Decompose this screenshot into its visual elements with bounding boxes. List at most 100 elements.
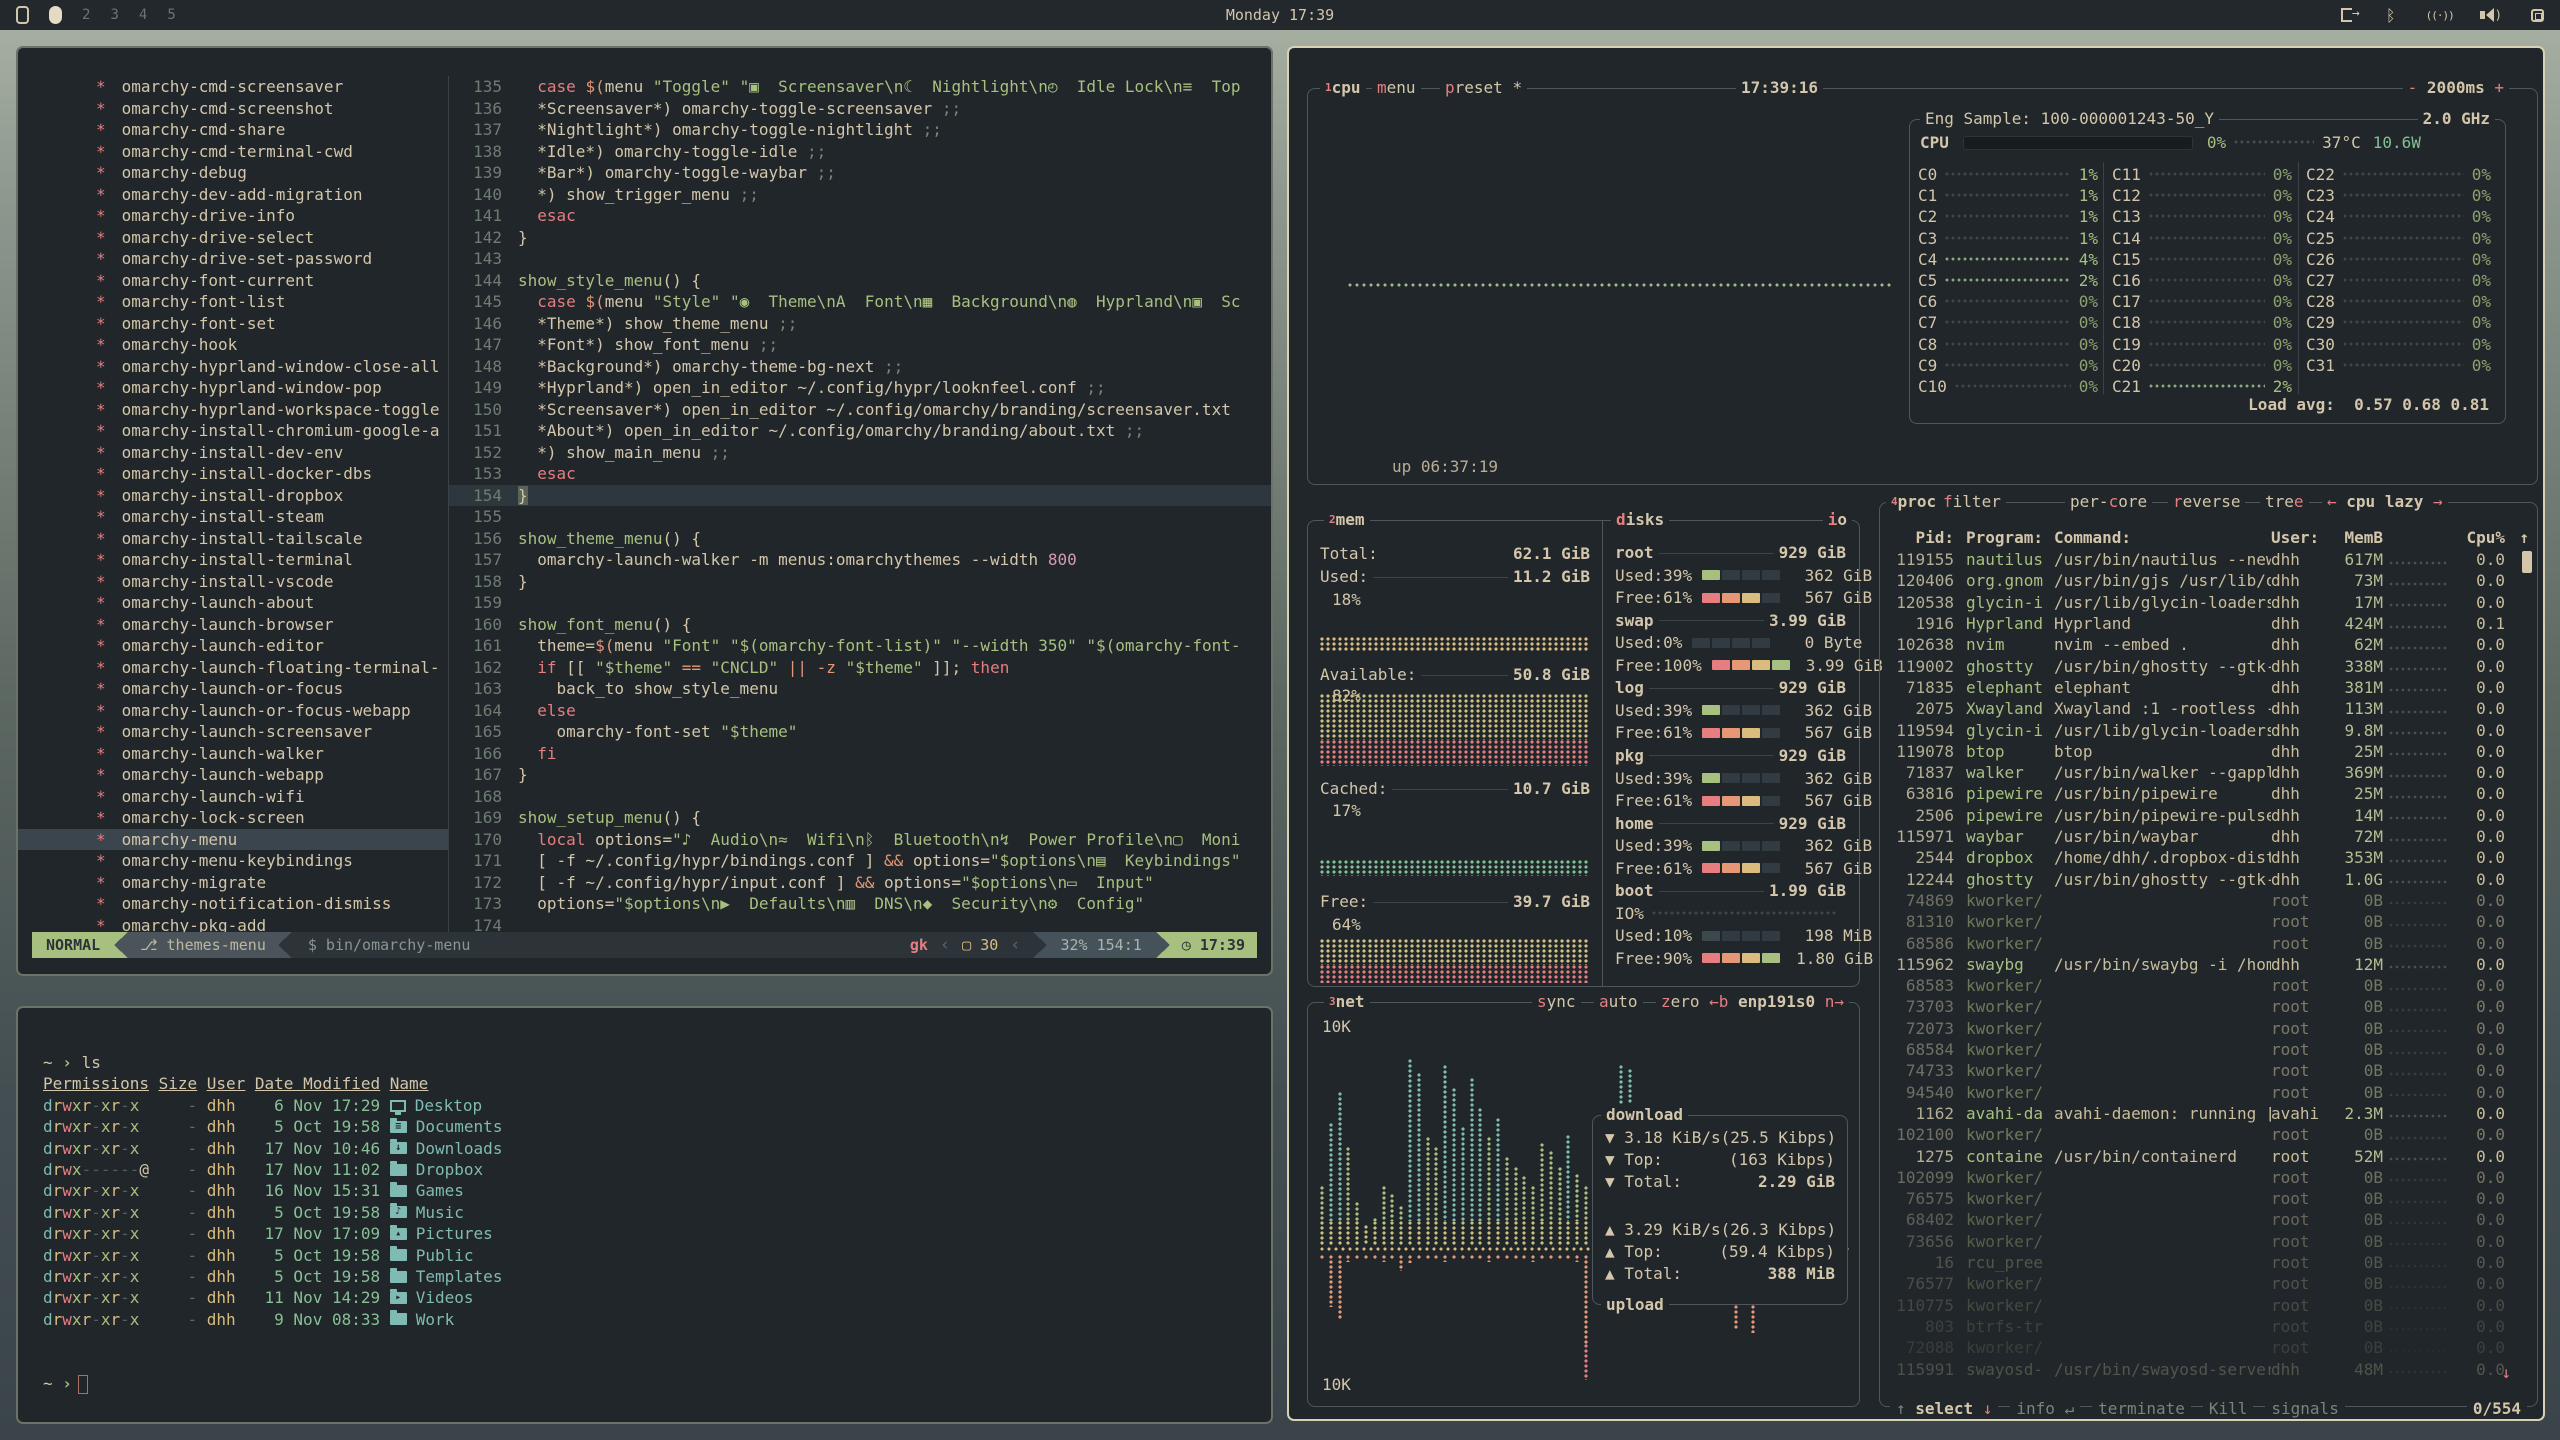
code-line[interactable]: show_font_menu() { — [518, 614, 1271, 636]
code-line[interactable]: theme=$(menu "Font" "$(omarchy-font-list… — [518, 635, 1271, 657]
process-row[interactable]: 1275containe/usr/bin/containerdroot52M0.… — [1890, 1145, 2529, 1166]
process-row[interactable]: 74869kworker/root0B0.0 — [1890, 890, 2529, 911]
code-line[interactable]: } — [518, 227, 1271, 249]
file-list-item[interactable]: *omarchy-drive-info — [18, 205, 448, 227]
file-list-item[interactable]: *omarchy-launch-webapp — [18, 764, 448, 786]
file-list-item[interactable]: *omarchy-install-tailscale — [18, 528, 448, 550]
code-line[interactable]: *Font*) show_font_menu ;; — [518, 334, 1271, 356]
net-zero-button[interactable]: zero — [1656, 991, 1705, 1013]
signals-button[interactable]: signals — [2265, 1399, 2344, 1418]
process-row[interactable]: 115962swaybg/usr/bin/swaybg -i /homdhh12… — [1890, 954, 2529, 975]
file-list-item[interactable]: *omarchy-hyprland-window-pop — [18, 377, 448, 399]
code-line[interactable]: local options="♪ Audio\n≈ Wifi\nᛒ Blueto… — [518, 829, 1271, 851]
process-row[interactable]: 1162avahi-daavahi-daemon: running [avahi… — [1890, 1103, 2529, 1124]
scroll-down-icon[interactable]: ↓ — [2501, 1363, 2511, 1382]
code-line[interactable]: case $(menu "Toggle" "▣ Screensaver\n☾ N… — [518, 76, 1271, 98]
file-list-item[interactable]: *omarchy-launch-walker — [18, 743, 448, 765]
process-row[interactable]: 120406org.gnom/usr/bin/gjs /usr/lib/odhh… — [1890, 570, 2529, 591]
process-row[interactable]: 2506pipewire/usr/bin/pipewire-pulsedhh14… — [1890, 805, 2529, 826]
file-list-item[interactable]: *omarchy-drive-select — [18, 227, 448, 249]
code-line[interactable]: esac — [518, 463, 1271, 485]
process-row[interactable]: 72088kworker/root0B0.0 — [1890, 1337, 2529, 1358]
file-list-item[interactable]: *omarchy-install-dev-env — [18, 442, 448, 464]
process-row[interactable]: 68583kworker/root0B0.0 — [1890, 975, 2529, 996]
file-list-item[interactable]: *omarchy-launch-or-focus-webapp — [18, 700, 448, 722]
file-list-item[interactable]: *omarchy-install-chromium-google-a — [18, 420, 448, 442]
menu-button[interactable]: menu — [1372, 77, 1421, 99]
code-line[interactable]: *Screensaver*) open_in_editor ~/.config/… — [518, 399, 1271, 421]
code-line[interactable]: *Hyprland*) open_in_editor ~/.config/hyp… — [518, 377, 1271, 399]
process-row[interactable]: 81310kworker/root0B0.0 — [1890, 911, 2529, 932]
file-list-item[interactable]: *omarchy-launch-or-focus — [18, 678, 448, 700]
bluetooth-icon[interactable]: ᛒ — [2382, 6, 2400, 24]
io-title[interactable]: io — [1823, 509, 1852, 531]
file-list-item[interactable]: *omarchy-launch-floating-terminal- — [18, 657, 448, 679]
process-row[interactable]: 63816pipewire/usr/bin/pipewiredhh25M0.0 — [1890, 783, 2529, 804]
proc-percore-button[interactable]: per-core — [2065, 491, 2152, 513]
process-row[interactable]: 119155nautilus/usr/bin/nautilus --newdhh… — [1890, 549, 2529, 570]
file-list-item[interactable]: *omarchy-migrate — [18, 872, 448, 894]
process-row[interactable]: 119594glycin-i/usr/lib/glycin-loadersdhh… — [1890, 719, 2529, 740]
process-row[interactable]: 73703kworker/root0B0.0 — [1890, 996, 2529, 1017]
process-row[interactable]: 2544dropbox/home/dhh/.dropbox-distdhh353… — [1890, 847, 2529, 868]
code-line[interactable]: esac — [518, 205, 1271, 227]
logout-icon[interactable]: → — [2338, 6, 2356, 24]
code-line[interactable]: fi — [518, 743, 1271, 765]
code-line[interactable]: [ -f ~/.config/hypr/bindings.conf ] && o… — [518, 850, 1271, 872]
process-row[interactable]: 2075XwaylandXwayland :1 -rootless -dhh11… — [1890, 698, 2529, 719]
process-row[interactable]: 74733kworker/root0B0.0 — [1890, 1060, 2529, 1081]
process-row[interactable]: 68584kworker/root0B0.0 — [1890, 1039, 2529, 1060]
info-button[interactable]: info ↵ — [2010, 1399, 2080, 1418]
tab-cpu[interactable]: 1cpu — [1320, 77, 1366, 99]
process-row[interactable]: 12244ghostty/usr/bin/ghostty --gtk-dhh1.… — [1890, 869, 2529, 890]
process-row[interactable]: 803btrfs-trroot0B0.0 — [1890, 1316, 2529, 1337]
file-list-item[interactable]: *omarchy-install-dropbox — [18, 485, 448, 507]
process-row[interactable]: 71837walker/usr/bin/walker --gappldhh369… — [1890, 762, 2529, 783]
code-line[interactable]: case $(menu "Style" "◉ Theme\nA Font\n▦ … — [518, 291, 1271, 313]
code-line[interactable]: omarchy-font-set "$theme" — [518, 721, 1271, 743]
process-row[interactable]: 76577kworker/root0B0.0 — [1890, 1273, 2529, 1294]
code-line[interactable]: if [[ "$theme" == "CNCLD" || -z "$theme"… — [518, 657, 1271, 679]
code-line[interactable] — [518, 506, 1271, 528]
code-line[interactable] — [518, 248, 1271, 270]
file-list-item[interactable]: *omarchy-launch-editor — [18, 635, 448, 657]
file-list-item[interactable]: *omarchy-hyprland-window-close-all — [18, 356, 448, 378]
tab-mem[interactable]: 2mem — [1324, 509, 1370, 531]
file-list-item[interactable]: *omarchy-launch-about — [18, 592, 448, 614]
file-list-item[interactable]: *omarchy-hook — [18, 334, 448, 356]
file-list-item[interactable]: *omarchy-font-set — [18, 313, 448, 335]
code-line[interactable]: *Nightlight*) omarchy-toggle-nightlight … — [518, 119, 1271, 141]
file-list-item[interactable]: *omarchy-launch-wifi — [18, 786, 448, 808]
process-row[interactable]: 102638nvimnvim --embed .dhh62M0.0 — [1890, 634, 2529, 655]
file-list-item[interactable]: *omarchy-install-terminal — [18, 549, 448, 571]
process-row[interactable]: 71835elephantelephantdhh381M0.0 — [1890, 677, 2529, 698]
process-row[interactable]: 119078btopbtopdhh25M0.0 — [1890, 741, 2529, 762]
code-line[interactable]: } — [518, 764, 1271, 786]
file-list-item[interactable]: *omarchy-launch-screensaver — [18, 721, 448, 743]
process-row[interactable]: 76575kworker/root0B0.0 — [1890, 1188, 2529, 1209]
process-row[interactable]: 94540kworker/root0B0.0 — [1890, 1082, 2529, 1103]
terminate-button[interactable]: terminate — [2092, 1399, 2191, 1418]
code-line[interactable]: *Idle*) omarchy-toggle-idle ;; — [518, 141, 1271, 163]
proc-tree-button[interactable]: tree — [2260, 491, 2309, 513]
proc-scrollbar[interactable] — [2522, 551, 2532, 573]
process-row[interactable]: 110775kworker/root0B0.0 — [1890, 1295, 2529, 1316]
file-list-item[interactable]: *omarchy-drive-set-password — [18, 248, 448, 270]
code-line[interactable]: *About*) open_in_editor ~/.config/omarch… — [518, 420, 1271, 442]
file-list-item[interactable]: *omarchy-install-steam — [18, 506, 448, 528]
file-list-item[interactable]: *omarchy-cmd-terminal-cwd — [18, 141, 448, 163]
file-list-item[interactable]: *omarchy-menu — [18, 829, 448, 851]
file-list-item[interactable]: *omarchy-cmd-share — [18, 119, 448, 141]
process-row[interactable]: 102100kworker/root0B0.0 — [1890, 1124, 2529, 1145]
file-list-item[interactable]: *omarchy-install-docker-dbs — [18, 463, 448, 485]
tab-net[interactable]: 3net — [1324, 991, 1370, 1013]
code-line[interactable]: show_setup_menu() { — [518, 807, 1271, 829]
process-row[interactable]: 119002ghostty/usr/bin/ghostty --gtk-dhh3… — [1890, 656, 2529, 677]
code-line[interactable] — [518, 786, 1271, 808]
file-list-item[interactable]: *omarchy-font-list — [18, 291, 448, 313]
net-sync-button[interactable]: sync — [1532, 991, 1581, 1013]
file-list-item[interactable]: *omarchy-cmd-screensaver — [18, 76, 448, 98]
network-icon[interactable]: ((·)) — [2426, 6, 2454, 24]
code-line[interactable]: *Bar*) omarchy-toggle-waybar ;; — [518, 162, 1271, 184]
process-row[interactable]: 68402kworker/root0B0.0 — [1890, 1209, 2529, 1230]
